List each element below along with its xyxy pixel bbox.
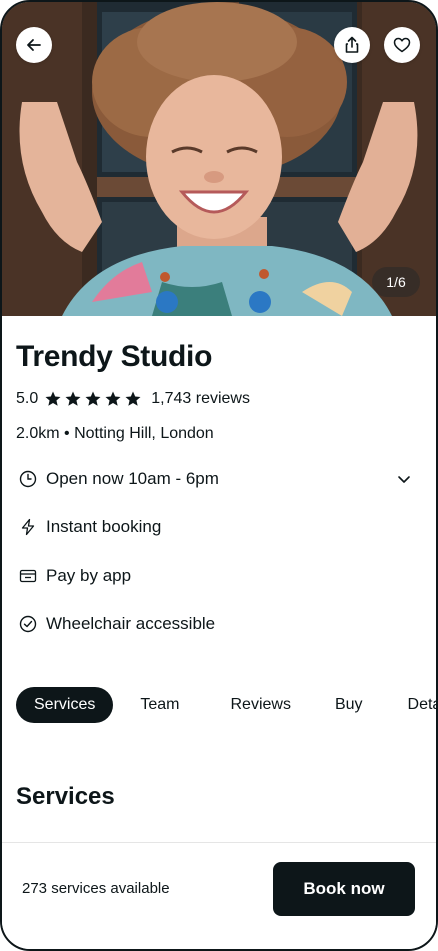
review-count: 1,743 reviews [151,390,250,407]
wheelchair-row: Wheelchair accessible [18,614,215,634]
arrow-left-icon [27,39,41,51]
services-available: 273 services available [22,880,170,897]
rating-row[interactable]: 5.0 1,743 reviews [16,390,250,408]
wallet-icon [18,566,38,586]
section-tabs: Services Team Reviews Buy Details [16,687,436,723]
rating-value: 5.0 [16,390,39,407]
chevron-down-icon[interactable] [396,471,412,492]
phone-frame: 1/6 Trendy Studio 5.0 1,743 reviews 2.0k… [0,0,438,951]
back-button[interactable] [16,27,52,63]
venue-title: Trendy Studio [16,340,213,373]
star-icon [45,391,61,406]
star-icon [105,391,121,406]
tab-team[interactable]: Team [122,687,197,723]
share-icon [345,36,359,53]
opening-hours-label: Open now 10am - 6pm [46,469,219,488]
pay-by-app-row: Pay by app [18,566,131,586]
instant-booking-label: Instant booking [46,517,162,536]
booking-footer: 273 services available Book now [2,842,436,949]
share-button[interactable] [334,27,370,63]
tab-details[interactable]: Details [390,687,436,723]
star-icon [125,391,141,406]
pay-by-app-label: Pay by app [46,566,132,585]
lightning-icon [18,517,38,537]
opening-hours-row[interactable]: Open now 10am - 6pm [18,469,412,489]
clock-icon [18,469,38,489]
book-now-button[interactable]: Book now [273,862,415,916]
wheelchair-label: Wheelchair accessible [46,614,216,633]
star-icon [65,391,81,406]
heart-icon [393,37,411,53]
tab-buy[interactable]: Buy [317,687,381,723]
check-circle-icon [18,614,38,634]
services-heading: Services [16,783,115,810]
star-icon [85,391,101,406]
tab-reviews[interactable]: Reviews [212,687,308,723]
instant-booking-row: Instant booking [18,517,161,537]
star-rating [44,390,144,408]
hero-image[interactable]: 1/6 [2,2,436,316]
image-pager: 1/6 [372,267,420,297]
venue-location: 2.0km • Notting Hill, London [16,425,214,442]
tab-services[interactable]: Services [16,687,114,723]
hero-photo [2,2,436,316]
favorite-button[interactable] [384,27,420,63]
